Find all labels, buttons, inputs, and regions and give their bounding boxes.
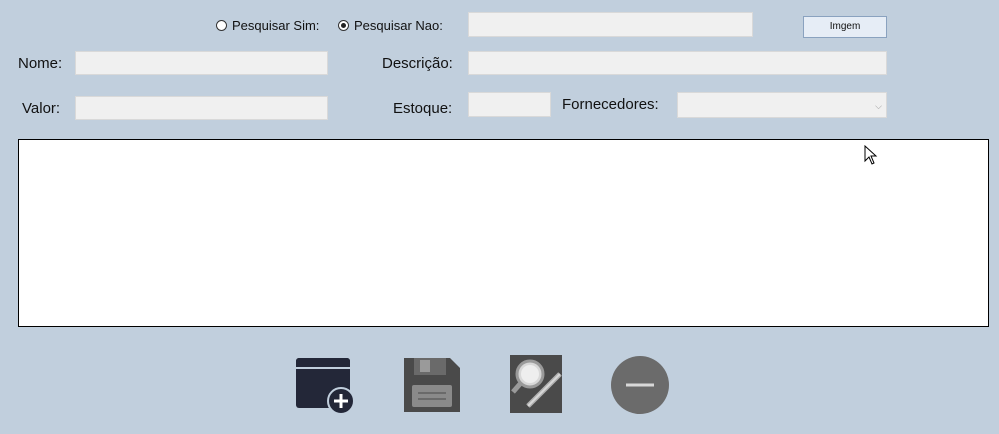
nome-label: Nome:	[18, 55, 63, 72]
search-yes-option[interactable]: Pesquisar Sim:	[216, 18, 319, 33]
remove-button[interactable]	[608, 352, 672, 416]
save-icon	[404, 358, 460, 412]
valor-label: Valor:	[22, 100, 61, 117]
search-no-radio[interactable]	[338, 20, 349, 31]
fornecedores-label: Fornecedores:	[562, 96, 659, 113]
chevron-down-icon[interactable]: ⌵	[875, 101, 882, 112]
search-yes-label: Pesquisar Sim:	[232, 18, 320, 33]
search-edit-button[interactable]	[504, 352, 568, 416]
save-button[interactable]	[400, 352, 464, 416]
nome-input[interactable]	[75, 51, 328, 75]
add-window-icon	[296, 358, 355, 415]
data-grid[interactable]	[18, 139, 989, 327]
search-no-option[interactable]: Pesquisar Nao:	[338, 18, 443, 33]
remove-icon	[611, 356, 669, 414]
fornecedores-select[interactable]: ⌵	[677, 92, 887, 118]
estoque-label: Estoque:	[393, 100, 453, 117]
descricao-input[interactable]	[468, 51, 887, 75]
search-no-label: Pesquisar Nao:	[354, 18, 443, 33]
search-input[interactable]	[468, 12, 753, 37]
cursor-icon	[864, 145, 878, 165]
valor-input[interactable]	[75, 96, 328, 120]
estoque-input[interactable]	[468, 92, 551, 117]
search-yes-radio[interactable]	[216, 20, 227, 31]
add-button[interactable]	[294, 352, 358, 416]
search-edit-icon	[510, 355, 562, 413]
image-button[interactable]: Imgem	[803, 16, 887, 38]
descricao-label: Descrição:	[382, 55, 453, 72]
